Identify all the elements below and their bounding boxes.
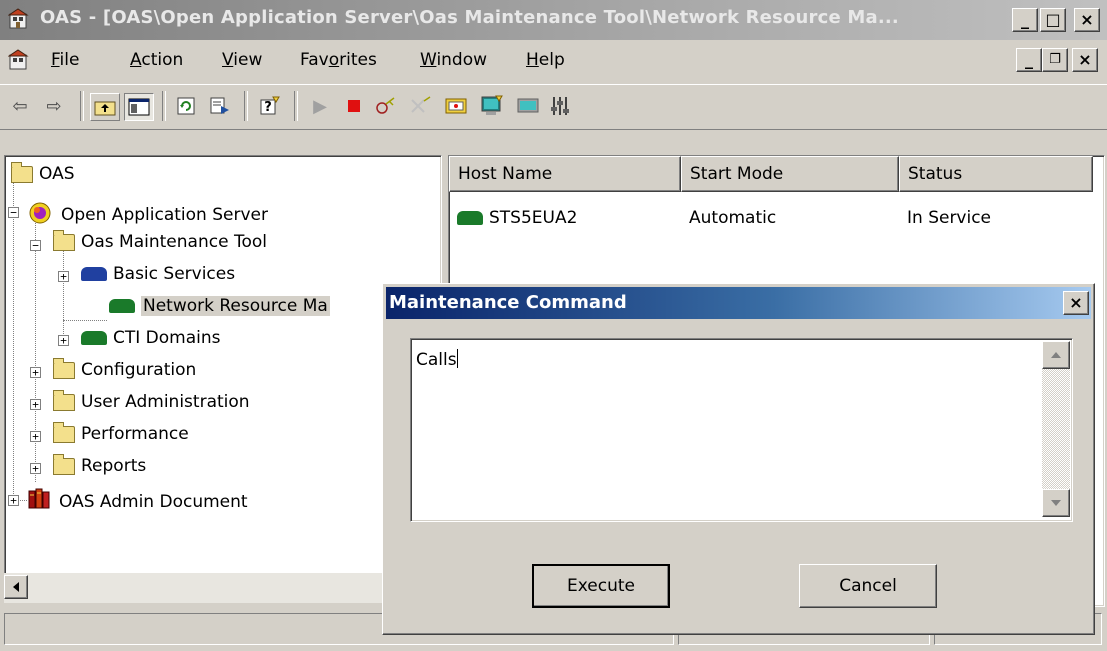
help-icon[interactable]: ?	[256, 93, 284, 119]
scroll-left-button[interactable]	[4, 575, 28, 599]
server-icon	[27, 200, 53, 229]
column-header-host-name[interactable]: Host Name	[449, 156, 681, 192]
tree-horizontal-scrollbar[interactable]	[4, 573, 440, 603]
forward-arrow-icon[interactable]: ⇨	[40, 93, 68, 119]
phone-green-icon	[109, 299, 135, 313]
svg-text:?: ?	[264, 100, 272, 115]
show-tree-icon[interactable]	[124, 93, 154, 121]
host-cell: STS5EUA2	[457, 208, 577, 228]
minimize-button[interactable]: _	[1012, 8, 1038, 32]
command-text: Calls	[416, 349, 458, 370]
up-folder-icon[interactable]	[90, 93, 120, 121]
cancel-button[interactable]: Cancel	[799, 564, 937, 608]
table-row[interactable]: STS5EUA2 Automatic In Service	[449, 204, 1089, 232]
expand-toggle[interactable]: +	[58, 335, 69, 346]
expand-toggle[interactable]: +	[30, 399, 41, 410]
tree-node-open-application-server[interactable]: Open Application Server	[27, 200, 268, 229]
execute-button[interactable]: Execute	[532, 564, 670, 608]
menu-file[interactable]: File	[51, 50, 79, 70]
toolbar-separator	[244, 91, 248, 121]
menu-help[interactable]: Help	[526, 50, 565, 70]
folder-icon	[53, 453, 75, 475]
text-cursor	[456, 349, 458, 368]
scroll-down-arrow-icon	[1051, 500, 1061, 506]
toolbar: ⇦ ⇨ ? ▶	[0, 84, 1107, 130]
folder-icon	[11, 161, 33, 183]
scroll-up-arrow-icon	[1051, 352, 1061, 358]
tree-node-network-resource[interactable]: Network Resource Ma	[109, 296, 330, 316]
mdi-child-icon[interactable]	[7, 49, 34, 73]
books-icon	[27, 488, 51, 515]
scroll-down-button[interactable]	[1042, 489, 1070, 517]
child-close-button[interactable]: ×	[1072, 48, 1098, 72]
folder-icon	[53, 389, 75, 411]
tree-node-maintenance-tool[interactable]: Oas Maintenance Tool	[53, 229, 267, 252]
tree-node-configuration[interactable]: Configuration	[53, 357, 196, 380]
monitor-config-icon[interactable]	[478, 93, 506, 119]
scroll-left-arrow-icon	[13, 582, 19, 592]
tree-pane[interactable]: OAS − Open Application Server − Oas Main…	[4, 155, 442, 575]
app-icon[interactable]	[7, 8, 34, 32]
window-title: OAS - [OAS\Open Application Server\Oas M…	[40, 7, 899, 28]
menu-view[interactable]: View	[222, 50, 262, 70]
expand-toggle[interactable]: +	[30, 463, 41, 474]
back-arrow-icon[interactable]: ⇦	[6, 93, 34, 119]
tree-node-basic-services[interactable]: Basic Services	[81, 264, 235, 284]
expand-toggle[interactable]: +	[58, 271, 69, 282]
child-restore-button[interactable]: ❐	[1042, 48, 1068, 72]
disconnect-icon[interactable]	[406, 93, 434, 119]
properties-icon[interactable]	[546, 93, 574, 119]
collapse-toggle[interactable]: −	[30, 240, 41, 251]
tree-node-admin-document[interactable]: OAS Admin Document	[27, 488, 248, 515]
menu-window[interactable]: Window	[420, 50, 487, 70]
stop-icon[interactable]	[340, 93, 368, 119]
phone-green-icon	[81, 331, 107, 345]
connect-icon[interactable]	[372, 93, 400, 119]
export-list-icon[interactable]	[206, 93, 234, 119]
expand-toggle[interactable]: +	[30, 367, 41, 378]
toolbar-separator	[80, 91, 84, 121]
menu-favorites[interactable]: Favorites	[300, 50, 377, 70]
folder-icon	[53, 357, 75, 379]
toolbar-separator	[294, 91, 298, 121]
maintenance-command-dialog[interactable]: Maintenance Command × Calls Execute Canc…	[382, 283, 1095, 635]
folder-icon	[53, 229, 75, 251]
tree-node-cti-domains[interactable]: CTI Domains	[81, 328, 221, 348]
tree-line	[63, 242, 64, 344]
expand-toggle[interactable]: +	[8, 495, 19, 506]
toolbar-separator	[162, 91, 166, 121]
collapse-toggle[interactable]: −	[8, 207, 19, 218]
menu-action[interactable]: Action	[130, 50, 183, 70]
monitor-icon[interactable]	[514, 93, 542, 119]
tree-node-performance[interactable]: Performance	[53, 421, 189, 444]
refresh-icon[interactable]	[172, 93, 200, 119]
expand-toggle[interactable]: +	[30, 431, 41, 442]
tree-node-oas[interactable]: OAS	[11, 161, 75, 184]
start-icon[interactable]: ▶	[306, 93, 334, 119]
dialog-title-bar[interactable]: Maintenance Command ×	[386, 287, 1091, 319]
main-title-bar[interactable]: OAS - [OAS\Open Application Server\Oas M…	[0, 0, 1107, 40]
child-minimize-button[interactable]: _	[1016, 48, 1042, 72]
column-header-start-mode[interactable]: Start Mode	[681, 156, 899, 192]
scroll-up-button[interactable]	[1042, 341, 1070, 369]
phone-green-icon	[457, 211, 483, 225]
tree-node-user-administration[interactable]: User Administration	[53, 389, 250, 412]
tree-line	[13, 176, 14, 504]
tree-node-reports[interactable]: Reports	[53, 453, 146, 476]
status-cell: In Service	[907, 208, 992, 228]
dialog-close-button[interactable]: ×	[1063, 291, 1089, 315]
dialog-title: Maintenance Command	[389, 292, 627, 313]
close-button[interactable]: ×	[1074, 8, 1100, 32]
maximize-button[interactable]: □	[1040, 8, 1066, 32]
monitor-alarm-icon[interactable]	[442, 93, 470, 119]
start-mode-cell: Automatic	[689, 208, 777, 228]
menu-bar: File Action View Favorites Window Help _…	[0, 42, 1107, 80]
tree-line	[63, 320, 107, 321]
command-vertical-scrollbar[interactable]	[1042, 341, 1070, 517]
phone-blue-icon	[81, 267, 107, 281]
command-textarea[interactable]: Calls	[410, 338, 1073, 522]
column-header-status[interactable]: Status	[899, 156, 1093, 192]
folder-icon	[53, 421, 75, 443]
